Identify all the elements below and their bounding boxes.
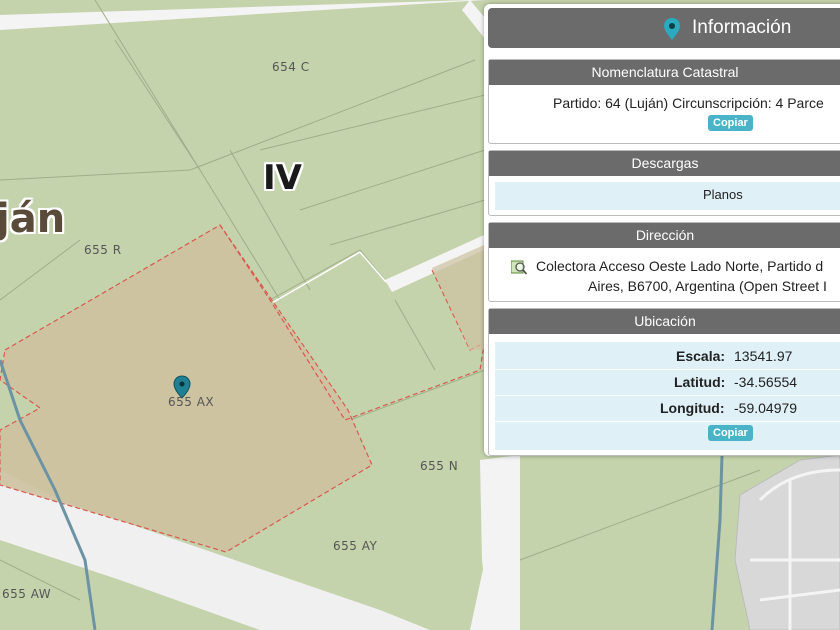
section-header-direccion: Dirección	[489, 223, 840, 248]
parcel-label-654c: 654 C	[272, 60, 310, 74]
town-label: ján	[0, 196, 66, 242]
copy-ubicacion-button[interactable]: Copiar	[708, 425, 753, 441]
section-direccion: Dirección Colectora Acceso Oeste Lado No…	[488, 222, 840, 302]
escala-value: 13541.97	[734, 348, 793, 364]
circunscripcion-label: IV	[263, 158, 302, 198]
parcel-label-655n: 655 N	[420, 459, 459, 473]
planos-link[interactable]: Planos	[703, 187, 743, 202]
parcel-label-655ax: 655 AX	[168, 395, 215, 409]
direccion-line-1: Colectora Acceso Oeste Lado Norte, Parti…	[536, 258, 824, 274]
section-header-descargas: Descargas	[489, 151, 840, 176]
location-pin-icon	[664, 18, 680, 40]
direccion-line-2: Aires, B6700, Argentina (Open Street I	[588, 278, 827, 294]
section-nomenclatura: Nomenclatura Catastral Partido: 64 (Lujá…	[488, 59, 840, 144]
escala-label: Escala:	[676, 348, 726, 364]
section-header-nomenclatura: Nomenclatura Catastral	[489, 60, 840, 85]
panel-title: Información	[692, 17, 792, 38]
longitud-value: -59.04979	[734, 400, 798, 416]
planos-row[interactable]: Planos	[495, 182, 840, 210]
latitud-value: -34.56554	[734, 374, 798, 390]
panel-title-bar: Información	[488, 8, 840, 48]
parcel-label-655r: 655 R	[84, 243, 122, 257]
latitud-label: Latitud:	[674, 374, 726, 390]
parcel-label-655ay: 655 AY	[333, 539, 378, 553]
section-ubicacion: Ubicación Escala: 13541.97 Latitud: -34.…	[488, 308, 840, 456]
copy-nomenclatura-button[interactable]: Copiar	[708, 115, 753, 131]
parcel-label-655aw: 655 AW	[2, 587, 52, 601]
section-descargas: Descargas Planos	[488, 150, 840, 216]
info-panel: Información Nomenclatura Catastral Parti…	[484, 4, 840, 456]
nomenclatura-text[interactable]: Partido: 64 (Luján) Circunscripción: 4 P…	[553, 95, 824, 111]
longitud-label: Longitud:	[660, 400, 725, 416]
map-search-icon[interactable]	[511, 259, 527, 275]
section-header-ubicacion: Ubicación	[489, 309, 840, 334]
